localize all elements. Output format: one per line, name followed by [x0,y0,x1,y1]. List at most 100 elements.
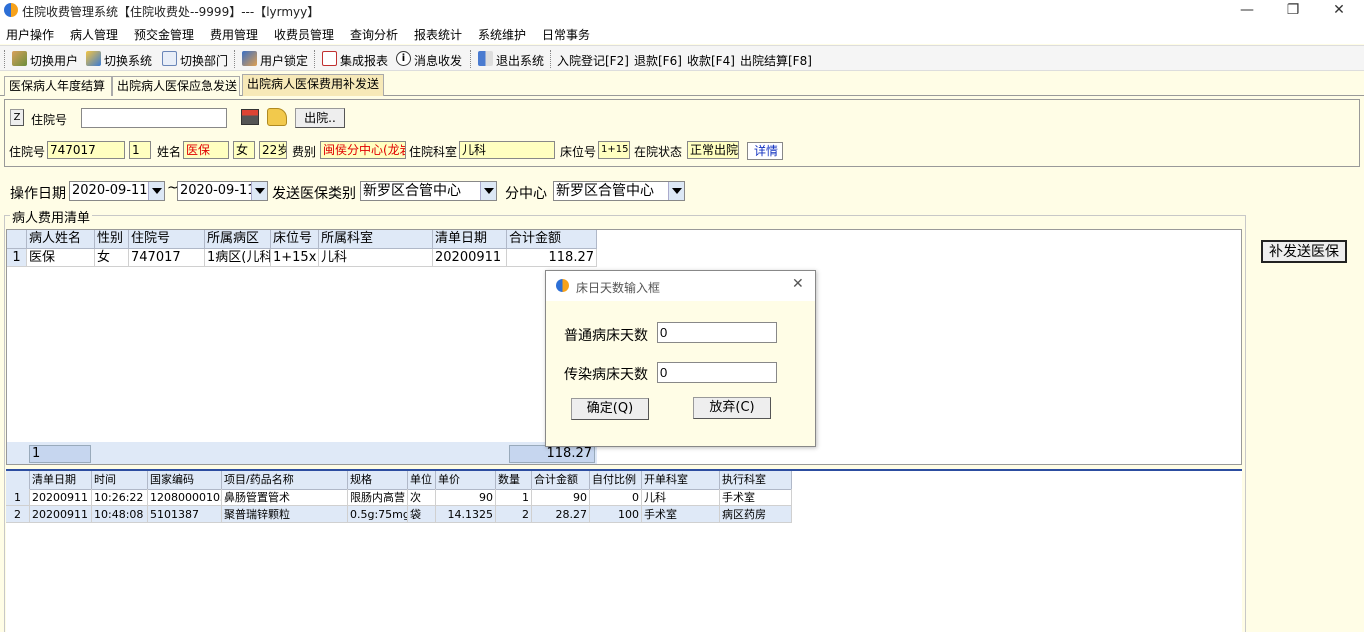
table-cell[interactable]: 28.27 [532,506,590,523]
detail-button[interactable]: 详情 [747,142,783,160]
menu-system-maint[interactable]: 系统维护 [478,26,526,43]
infectious-bed-input[interactable] [657,362,777,383]
table-cell[interactable]: 聚普瑞锌颗粒 [222,506,348,523]
discharge-settle-button[interactable]: 出院结算[F8] [740,52,812,69]
department-field[interactable]: 儿科 [459,141,555,159]
table-cell[interactable]: 20200911 [30,506,92,523]
minimize-button[interactable]: — [1224,0,1270,22]
sex-field[interactable]: 女 [233,141,255,159]
row-number[interactable]: 2 [6,506,30,523]
column-header[interactable]: 床位号 [271,230,319,249]
admission-no-field[interactable]: 747017 [47,141,125,159]
chevron-down-icon[interactable] [668,182,684,200]
integrated-report-button[interactable]: 集成报表 [340,52,388,69]
switch-system-button[interactable]: 切换系统 [104,52,152,69]
column-header[interactable]: 性别 [95,230,129,249]
cancel-button[interactable]: 放弃(C) [693,397,771,419]
table-cell[interactable]: 儿科 [642,489,720,506]
column-header[interactable]: 单位 [408,471,436,490]
table-cell[interactable]: 0.5g:75mg [348,506,408,523]
column-header[interactable]: 单价 [436,471,496,490]
menu-user-ops[interactable]: 用户操作 [6,26,54,43]
send-type-select[interactable]: 新罗区合管中心 [360,181,497,201]
column-header[interactable]: 病人姓名 [27,230,95,249]
table-cell[interactable]: 手术室 [642,506,720,523]
refund-button[interactable]: 退款[F6] [634,52,682,69]
table-cell[interactable]: 747017 [129,249,205,267]
table-cell[interactable]: 次 [408,489,436,506]
menu-deposit-mgmt[interactable]: 预交金管理 [134,26,194,43]
column-header[interactable]: 清单日期 [30,471,92,490]
fee-type-field[interactable]: 闽侯分中心(龙岩 [320,141,406,159]
table-cell[interactable]: 14.1325 [436,506,496,523]
tab-emergency-send[interactable]: 出院病人医保应急发送 [112,76,240,96]
table-cell[interactable]: 袋 [408,506,436,523]
table-cell[interactable]: 手术室 [720,489,792,506]
name-field[interactable]: 医保 [183,141,229,159]
menu-query-analysis[interactable]: 查询分析 [350,26,398,43]
column-header[interactable]: 项目/药品名称 [222,471,348,490]
restore-button[interactable]: ❐ [1270,0,1316,22]
table-cell[interactable]: 鼻肠管置管术 [222,489,348,506]
column-header[interactable]: 执行科室 [720,471,792,490]
chevron-down-icon[interactable] [480,182,496,200]
table-cell[interactable]: 20200911 [433,249,507,267]
admission-search-input[interactable] [81,108,227,128]
message-button[interactable]: 消息收发 [414,52,462,69]
column-header[interactable]: 国家编码 [148,471,222,490]
row-number[interactable]: 1 [6,489,30,506]
column-header[interactable]: 住院号 [129,230,205,249]
column-header[interactable]: 规格 [348,471,408,490]
table-cell[interactable]: 2 [496,506,532,523]
row-number[interactable]: 1 [7,249,27,267]
column-header[interactable]: 所属病区 [205,230,271,249]
user-lock-button[interactable]: 用户锁定 [260,52,308,69]
dialog-close-button[interactable]: ✕ [792,276,804,292]
table-cell[interactable]: 12080000103 [148,489,222,506]
table-cell[interactable]: 118.27 [507,249,597,267]
column-header[interactable]: 合计金额 [532,471,590,490]
menu-reports[interactable]: 报表统计 [414,26,462,43]
table-cell[interactable]: 0 [590,489,642,506]
resend-insurance-button[interactable]: 补发送医保 [1261,240,1347,263]
chevron-down-icon[interactable] [148,182,164,200]
broom-icon[interactable] [267,108,287,126]
menu-daily-affairs[interactable]: 日常事务 [542,26,590,43]
chevron-down-icon[interactable] [251,182,267,200]
table-cell[interactable]: 限肠内高营 [348,489,408,506]
discharge-button[interactable]: 出院.. [295,108,345,128]
admission-register-button[interactable]: 入院登记[F2] [557,52,629,69]
table-cell[interactable]: 1 [496,489,532,506]
card-reader-icon[interactable] [241,109,259,125]
table-cell[interactable]: 1病区(儿科 [205,249,271,267]
menu-fee-mgmt[interactable]: 费用管理 [210,26,258,43]
table-cell[interactable]: 5101387 [148,506,222,523]
date-from-picker[interactable]: 2020-09-11 [69,181,165,201]
column-header[interactable]: 清单日期 [433,230,507,249]
table-cell[interactable]: 医保 [27,249,95,267]
tab-fee-resend[interactable]: 出院病人医保费用补发送 [242,74,384,96]
table-cell[interactable]: 儿科 [319,249,433,267]
z-button[interactable]: Z [10,109,24,126]
subcenter-select[interactable]: 新罗区合管中心 [553,181,685,201]
switch-dept-button[interactable]: 切换部门 [180,52,228,69]
column-header[interactable]: 数量 [496,471,532,490]
table-cell[interactable]: 20200911 [30,489,92,506]
table-cell[interactable]: 病区药房 [720,506,792,523]
column-header[interactable]: 时间 [92,471,148,490]
table-cell[interactable]: 100 [590,506,642,523]
date-to-picker[interactable]: 2020-09-11 [177,181,268,201]
column-header[interactable]: 合计金额 [507,230,597,249]
column-header[interactable]: 自付比例 [590,471,642,490]
menu-cashier-mgmt[interactable]: 收费员管理 [274,26,334,43]
age-field[interactable]: 22岁 [259,141,287,159]
tab-annual-settlement[interactable]: 医保病人年度结算 [4,76,112,96]
bed-field[interactable]: 1+15x [598,141,630,159]
switch-user-button[interactable]: 切换用户 [30,52,78,69]
table-cell[interactable]: 90 [532,489,590,506]
exit-system-button[interactable]: 退出系统 [496,52,544,69]
table-cell[interactable]: 10:26:22 [92,489,148,506]
table-cell[interactable]: 1+15x [271,249,319,267]
table-cell[interactable]: 10:48:08 [92,506,148,523]
status-field[interactable]: 正常出院 [687,141,739,159]
